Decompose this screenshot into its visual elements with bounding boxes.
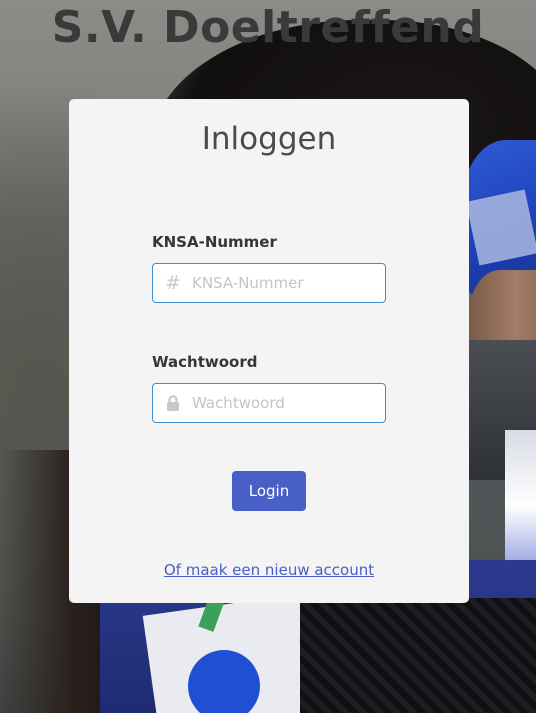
lock-icon bbox=[163, 384, 183, 422]
login-card: Inloggen KNSA-Nummer # Wachtwoord Login … bbox=[69, 99, 469, 603]
hash-icon: # bbox=[165, 272, 181, 294]
login-card-title: Inloggen bbox=[201, 121, 337, 157]
login-page: S.V. Doeltreffend Inloggen KNSA-Nummer #… bbox=[0, 0, 536, 713]
background-cap-tape bbox=[465, 189, 536, 266]
background-black-pad bbox=[300, 598, 536, 713]
password-field[interactable] bbox=[152, 383, 386, 423]
create-account-link[interactable]: Of maak een nieuw account bbox=[69, 561, 469, 579]
knsa-number-field[interactable]: # bbox=[152, 263, 386, 303]
password-input[interactable] bbox=[192, 384, 382, 422]
knsa-number-input[interactable] bbox=[192, 264, 382, 302]
login-button[interactable]: Login bbox=[232, 471, 306, 511]
site-title: S.V. Doeltreffend bbox=[51, 2, 485, 53]
background-badge bbox=[188, 650, 260, 713]
lock-icon-svg bbox=[167, 395, 179, 411]
knsa-number-label: KNSA-Nummer bbox=[152, 233, 277, 251]
password-label: Wachtwoord bbox=[152, 353, 258, 371]
